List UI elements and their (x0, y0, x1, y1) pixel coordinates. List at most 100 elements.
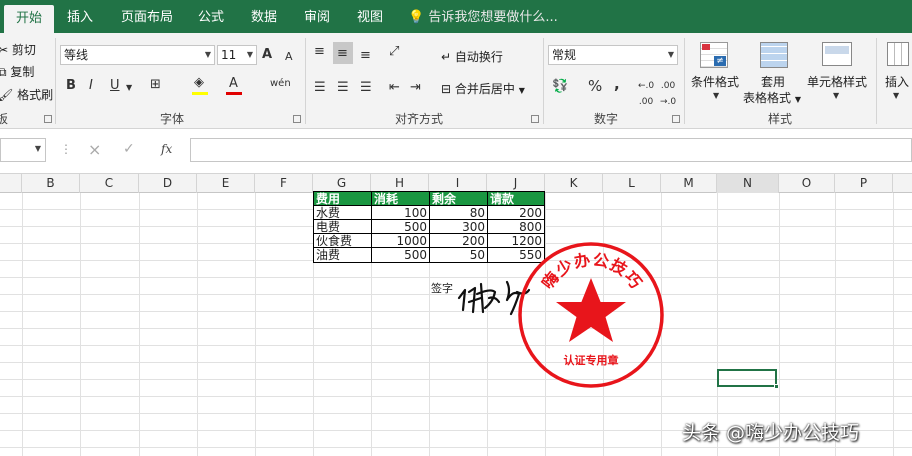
tab-review[interactable]: 审阅 (304, 0, 330, 33)
table-cell[interactable]: 伙食费 (313, 233, 372, 248)
align-middle-icon: ≡ (337, 46, 348, 61)
decrease-decimal-icon[interactable]: .00 →.0 (660, 78, 676, 110)
orientation-icon[interactable]: ⤢ (389, 44, 399, 60)
table-cell[interactable]: 500 (371, 247, 430, 263)
column-header[interactable]: F (255, 174, 313, 193)
number-launcher-icon[interactable] (672, 115, 680, 123)
align-bottom-icon[interactable]: ≡ (360, 48, 371, 64)
table-cell[interactable]: 油费 (313, 247, 372, 263)
font-grow-button[interactable]: A (262, 47, 272, 63)
chevron-down-icon: ▼ (833, 91, 840, 100)
table-cell[interactable]: 50 (429, 247, 488, 263)
align-top-icon[interactable]: ≡ (314, 44, 325, 60)
comma-style-button[interactable]: , (614, 76, 620, 92)
insert-cells-icon (887, 42, 909, 66)
increase-decimal-icon[interactable]: ←.0.00 (638, 78, 654, 110)
column-header[interactable]: L (603, 174, 661, 193)
ribbon-tab-bar: 开始 插入 页面布局 公式 数据 审阅 视图 💡 告诉我您想要做什么... (0, 0, 912, 33)
table-header-cell[interactable]: 请款 (487, 191, 545, 206)
font-color-button[interactable]: A (229, 76, 238, 92)
merge-center-button[interactable]: ⊟ 合并后居中 ▼ (441, 80, 525, 97)
column-header[interactable]: B (22, 174, 80, 193)
phonetic-guide-button[interactable]: wén (270, 76, 291, 92)
decrease-indent-icon[interactable]: ⇤ (389, 80, 400, 96)
table-cell[interactable]: 300 (429, 219, 488, 234)
alignment-launcher-icon[interactable] (531, 115, 539, 123)
selected-cell[interactable] (717, 369, 777, 387)
fill-handle[interactable] (774, 384, 779, 389)
table-cell[interactable]: 水费 (313, 205, 372, 220)
table-header-cell[interactable]: 消耗 (371, 191, 430, 206)
cut-button[interactable]: ✂ 剪切 (0, 41, 36, 58)
wrap-text-button[interactable]: ↵ 自动换行 (441, 48, 503, 65)
column-header[interactable]: O (779, 174, 835, 193)
table-cell[interactable]: 800 (487, 219, 545, 234)
font-color-swatch (226, 92, 242, 95)
align-right-icon[interactable]: ☰ (360, 80, 372, 96)
chevron-down-icon: ▼ (34, 144, 41, 153)
underline-button[interactable]: U (110, 78, 120, 94)
clipboard-launcher-icon[interactable] (44, 115, 52, 123)
merge-icon: ⊟ (441, 82, 452, 96)
stamp-bottom-text: 认证专用章 (564, 353, 619, 367)
name-box[interactable]: ▼ (0, 138, 46, 162)
star-icon (556, 278, 626, 342)
tab-data[interactable]: 数据 (251, 0, 277, 33)
table-cell[interactable]: 电费 (313, 219, 372, 234)
official-stamp: 嗨少办公技巧 认证专用章 (518, 242, 664, 388)
fill-color-icon[interactable]: ◈ (194, 75, 204, 91)
number-format-select[interactable]: 常规 ▼ (548, 45, 678, 65)
column-header[interactable]: C (80, 174, 139, 193)
accounting-format-icon[interactable]: 💱 (552, 79, 568, 95)
column-header[interactable]: P (835, 174, 893, 193)
font-name-select[interactable]: 等线 ▼ (60, 45, 215, 65)
table-cell[interactable]: 200 (429, 233, 488, 248)
font-size-select[interactable]: 11 ▼ (217, 45, 257, 65)
tell-me-search[interactable]: 💡 告诉我您想要做什么... (408, 0, 558, 33)
font-shrink-button[interactable]: A (285, 49, 293, 65)
insert-function-button[interactable]: fx (161, 142, 172, 156)
bold-button[interactable]: B (66, 78, 76, 94)
tab-page-layout[interactable]: 页面布局 (121, 0, 173, 33)
table-cell[interactable]: 100 (371, 205, 430, 220)
enter-button[interactable]: ✓ (123, 141, 135, 157)
increase-indent-icon[interactable]: ⇥ (410, 80, 421, 96)
select-all-corner[interactable] (0, 174, 22, 193)
chevron-down-icon[interactable]: ▼ (126, 80, 132, 96)
table-cell[interactable]: 200 (487, 205, 545, 220)
tab-view[interactable]: 视图 (357, 0, 383, 33)
cancel-entry-button[interactable]: × (88, 140, 101, 159)
table-header-cell[interactable]: 费用 (313, 191, 372, 206)
table-cell[interactable]: 500 (371, 219, 430, 234)
percent-button[interactable]: % (588, 78, 602, 94)
column-header[interactable]: N (717, 174, 779, 193)
chevron-down-icon: ▼ (246, 50, 253, 59)
format-painter-button[interactable]: 🖌 格式刷 (0, 86, 53, 103)
styles-group-label: 样式 (768, 112, 793, 126)
tab-home[interactable]: 开始 (4, 5, 55, 33)
column-header[interactable]: M (661, 174, 717, 193)
column-header[interactable]: D (139, 174, 197, 193)
align-center-icon[interactable]: ☰ (337, 80, 349, 96)
wrap-text-icon: ↵ (441, 50, 452, 64)
table-cell[interactable]: 80 (429, 205, 488, 220)
divider (684, 38, 685, 124)
column-header[interactable]: E (197, 174, 255, 193)
borders-icon[interactable]: ⊞ (150, 77, 161, 93)
tab-formulas[interactable]: 公式 (198, 0, 224, 33)
font-launcher-icon[interactable] (293, 115, 301, 123)
format-as-table-button[interactable]: 表格格式 ▼ (743, 89, 801, 106)
format-table-label-1[interactable]: 套用 (761, 73, 785, 90)
tell-me-text: 告诉我您想要做什么... (428, 10, 558, 25)
tab-insert[interactable]: 插入 (67, 0, 93, 33)
table-header-cell[interactable]: 剩余 (429, 191, 488, 206)
chevron-down-icon: ▼ (667, 50, 674, 59)
watermark-text: 头条 @嗨少办公技巧 (682, 422, 860, 444)
copy-button[interactable]: ⧉ 复制 (0, 63, 34, 80)
formula-input[interactable] (190, 138, 912, 162)
italic-button[interactable]: I (89, 78, 93, 94)
column-header[interactable]: K (545, 174, 603, 193)
table-cell[interactable]: 1000 (371, 233, 430, 248)
align-left-icon[interactable]: ☰ (314, 80, 326, 96)
conditional-format-icon: ≠ (700, 42, 728, 70)
